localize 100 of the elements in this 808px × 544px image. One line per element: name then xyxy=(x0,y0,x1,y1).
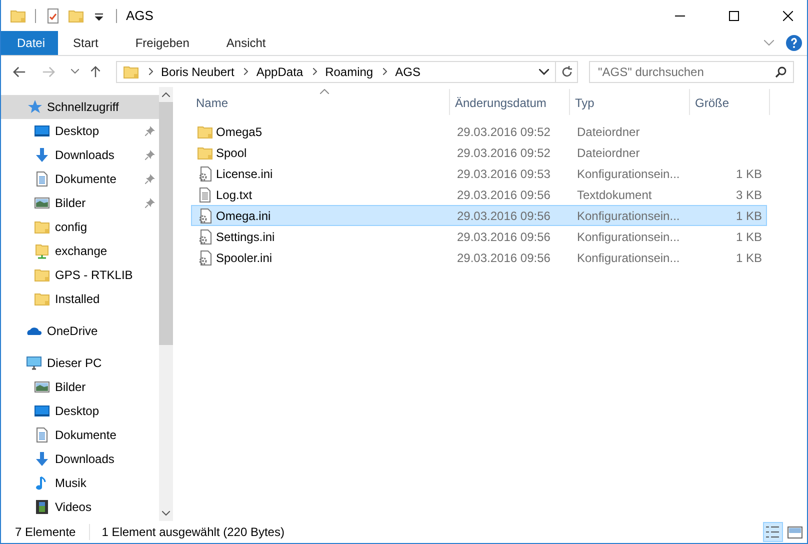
checklist-icon[interactable] xyxy=(45,8,61,24)
refresh-button[interactable] xyxy=(556,60,578,82)
desktop-icon xyxy=(34,123,50,139)
folder-icon xyxy=(34,267,50,283)
folder-icon xyxy=(34,291,50,307)
nav-item[interactable]: Musik xyxy=(1,471,159,495)
file-row[interactable]: Spool 29.03.2016 09:52 Dateiordner xyxy=(191,142,767,163)
chevron-down-icon[interactable] xyxy=(764,40,774,46)
nav-item[interactable]: Desktop xyxy=(1,119,159,143)
nav-item[interactable]: Bilder xyxy=(1,191,159,215)
scroll-up-icon[interactable] xyxy=(162,92,170,97)
nav-item[interactable]: Dokumente xyxy=(1,167,159,191)
nav-item[interactable]: Bilder xyxy=(1,375,159,399)
chevron-right-icon[interactable] xyxy=(383,68,388,75)
settings-file-icon xyxy=(197,166,213,182)
file-row[interactable]: Settings.ini 29.03.2016 09:56 Konfigurationsein... 1 KB xyxy=(191,226,767,247)
pin-icon[interactable] xyxy=(145,174,155,184)
size-cell: 1 KB xyxy=(736,208,762,222)
nav-item[interactable]: Videos xyxy=(1,495,159,519)
pin-icon[interactable] xyxy=(145,126,155,136)
folder-icon xyxy=(34,219,50,235)
nav-item[interactable]: GPS - RTKLIB xyxy=(1,263,159,287)
type-cell-text: Dateiordner xyxy=(576,146,641,160)
column-header[interactable]: Größe xyxy=(690,89,770,115)
search-field[interactable]: "AGS" durchsuchen xyxy=(589,60,794,82)
dropdown-caret-icon[interactable] xyxy=(539,68,549,74)
type-cell-text: Konfigurationsein... xyxy=(576,250,681,264)
nav-item[interactable]: config xyxy=(1,215,159,239)
pin-icon[interactable] xyxy=(145,198,155,208)
help-icon[interactable] xyxy=(786,35,802,51)
type-cell-text: Dateiordner xyxy=(576,124,641,138)
chevron-right-icon[interactable] xyxy=(313,68,318,75)
ribbon-tab[interactable]: Ansicht xyxy=(211,31,280,55)
folder-icon xyxy=(197,124,213,140)
type-cell-text: Konfigurationsein... xyxy=(576,208,681,222)
nav-item[interactable]: OneDrive xyxy=(1,319,159,343)
ribbon-tab[interactable]: Start xyxy=(58,31,112,55)
nav-item[interactable]: Schnellzugriff xyxy=(1,95,159,119)
nav-item[interactable]: Dokumente xyxy=(1,423,159,447)
document-icon xyxy=(34,171,50,187)
date-cell-text: 29.03.2016 09:52 xyxy=(456,124,552,138)
chevron-right-icon[interactable] xyxy=(149,68,153,75)
nav-item[interactable]: Downloads xyxy=(1,447,159,471)
up-arrow-icon[interactable] xyxy=(89,66,102,78)
settings-file-icon xyxy=(197,250,213,266)
file-name: Log.txt xyxy=(216,188,252,202)
nav-item[interactable]: Desktop xyxy=(1,399,159,423)
refresh-icon[interactable] xyxy=(560,66,572,78)
file-row[interactable]: Omega5 29.03.2016 09:52 Dateiordner xyxy=(191,121,767,142)
chevron-right-icon[interactable] xyxy=(244,68,248,75)
type-cell-text: Textdokument xyxy=(576,188,653,202)
size-cell: 1 KB xyxy=(736,250,762,264)
file-row[interactable]: Omega.ini 29.03.2016 09:56 Konfigurationsein... 1 KB xyxy=(191,205,767,226)
search-icon[interactable] xyxy=(775,66,787,78)
breadcrumb[interactable]: AGS xyxy=(395,64,420,78)
download-icon xyxy=(34,451,50,467)
size-cell: 1 KB xyxy=(736,230,762,244)
file-row[interactable]: License.ini 29.03.2016 09:53 Konfigurationsein... 1 KB xyxy=(191,163,767,184)
column-header[interactable]: Änderungsdatum xyxy=(450,89,570,115)
type-cell-text: Konfigurationsein... xyxy=(576,230,681,244)
item-count: 7 Elemente xyxy=(15,525,76,539)
file-row[interactable]: Spooler.ini 29.03.2016 09:56 Konfigurationsein... 1 KB xyxy=(191,247,767,268)
file-name: Settings.ini xyxy=(216,230,275,244)
nav-item[interactable]: Installed xyxy=(1,287,159,311)
date-cell-text: 29.03.2016 09:52 xyxy=(456,146,552,160)
ribbon-tab[interactable]: Freigeben xyxy=(120,31,204,55)
pin-icon[interactable] xyxy=(145,150,155,160)
type-cell-text: Konfigurationsein... xyxy=(576,166,681,180)
column-header[interactable]: Typ xyxy=(570,89,690,115)
recent-caret-icon[interactable] xyxy=(71,69,79,74)
scrollbar-thumb[interactable] xyxy=(159,102,173,345)
close-icon[interactable] xyxy=(783,10,793,20)
back-arrow-icon[interactable] xyxy=(13,66,26,78)
shared-folder-icon xyxy=(34,243,50,259)
star-icon xyxy=(26,99,42,115)
breadcrumb[interactable]: Boris Neubert xyxy=(161,64,234,78)
document-icon xyxy=(34,427,50,443)
download-icon xyxy=(34,147,50,163)
column-header[interactable]: Name xyxy=(191,89,450,115)
nav-item[interactable]: Downloads xyxy=(1,143,159,167)
size-cell: 3 KB xyxy=(736,188,762,202)
file-name: Omega.ini xyxy=(216,208,271,222)
file-name: License.ini xyxy=(216,166,273,180)
scroll-down-icon[interactable] xyxy=(162,511,170,516)
date-cell-text: 29.03.2016 09:56 xyxy=(456,188,552,202)
selection-info: 1 Element ausgewählt (220 Bytes) xyxy=(102,525,284,539)
picture-icon xyxy=(34,195,50,211)
breadcrumb[interactable]: Roaming xyxy=(325,64,374,78)
film-icon xyxy=(34,499,50,515)
address-bar[interactable]: Boris Neubert AppData Roaming AGS xyxy=(116,60,556,82)
breadcrumb[interactable]: AppData xyxy=(256,64,304,78)
maximize-icon[interactable] xyxy=(729,10,739,20)
scrollbar[interactable] xyxy=(159,87,173,521)
picture-icon xyxy=(34,379,50,395)
date-cell-text: 29.03.2016 09:56 xyxy=(456,250,552,264)
nav-item[interactable]: exchange xyxy=(1,239,159,263)
file-row[interactable]: Log.txt 29.03.2016 09:56 Textdokument 3 KB xyxy=(191,184,767,205)
window-title: AGS xyxy=(126,8,154,23)
monitor-icon xyxy=(26,355,42,371)
nav-item[interactable]: Dieser PC xyxy=(1,351,159,375)
